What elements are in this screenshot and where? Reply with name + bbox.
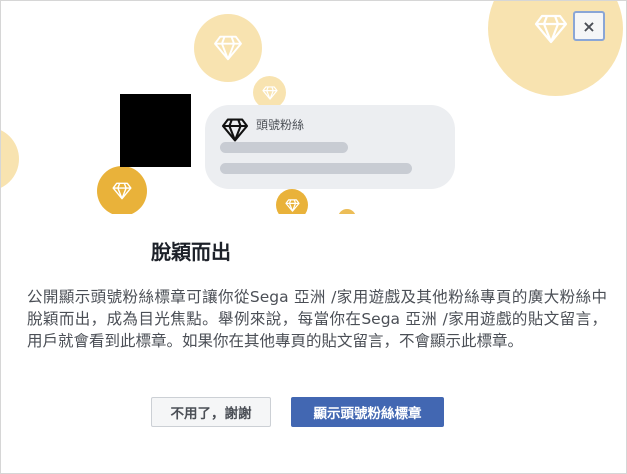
diamond-icon <box>214 35 242 61</box>
diamond-icon <box>261 85 278 100</box>
show-badge-button[interactable]: 顯示頭號粉絲標章 <box>291 397 444 427</box>
avatar <box>120 94 191 167</box>
cancel-button[interactable]: 不用了，謝謝 <box>151 397 271 427</box>
placeholder-line <box>220 142 348 153</box>
diamond-icon <box>112 182 132 200</box>
decor-circle-left-edge <box>1 127 19 191</box>
diamond-icon <box>221 118 249 142</box>
decor-circle-upper <box>194 14 262 82</box>
dialog-title: 脫穎而出 <box>151 240 231 264</box>
top-fan-badge-dialog: × 頭號粉絲 脫穎而出 公開顯示頭號粉絲標章可讓你從Sega 亞洲 /家用遊戲及… <box>0 0 627 474</box>
badge-label: 頭號粉絲 <box>256 118 305 132</box>
placeholder-line <box>220 163 412 174</box>
decor-circle-gold-left <box>97 166 147 216</box>
close-icon: × <box>582 16 596 36</box>
diamond-icon <box>534 14 567 43</box>
close-button[interactable]: × <box>573 11 605 41</box>
diamond-icon <box>284 198 300 212</box>
badge-preview-card: 頭號粉絲 <box>205 105 455 189</box>
dialog-description: 公開顯示頭號粉絲標章可讓你從Sega 亞洲 /家用遊戲及其他粉絲專頁的廣大粉絲中… <box>27 288 607 350</box>
